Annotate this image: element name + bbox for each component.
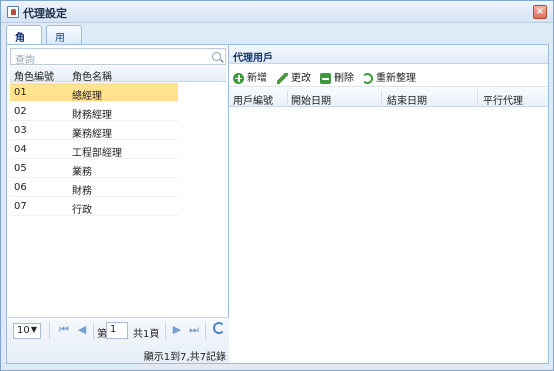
divider <box>93 323 94 339</box>
app-icon <box>7 6 19 18</box>
proxy-grid-header: 用戶編號 開始日期 結束日期 平行代理 <box>229 88 548 107</box>
role-code-cell: 07 <box>14 201 27 212</box>
role-name-cell: 業務經理 <box>72 129 112 140</box>
col-user-code[interactable]: 用戶編號 <box>233 92 273 107</box>
panel-header: 代理用戶 <box>229 45 548 64</box>
table-row[interactable]: 01 總經理 <box>10 83 178 102</box>
refresh-icon <box>362 72 373 84</box>
divider <box>287 90 288 105</box>
page-total-label: 共1頁 <box>133 329 160 340</box>
col-parallel-proxy[interactable]: 平行代理 <box>483 92 523 107</box>
close-button[interactable]: × <box>533 5 547 19</box>
tab-role[interactable]: 角色 <box>6 25 42 59</box>
chevron-down-icon: ▼ <box>30 325 37 334</box>
tab-content: 查詢 角色編號 角色名稱 01 總經理 02 財務經理 03 業務經理 04 工… <box>6 44 549 364</box>
search-placeholder: 查詢 <box>15 55 35 66</box>
role-code-cell: 01 <box>14 87 27 98</box>
edit-button[interactable]: 更改 <box>277 69 311 84</box>
role-panel: 查詢 角色編號 角色名稱 01 總經理 02 財務經理 03 業務經理 04 工… <box>7 45 229 363</box>
refresh-button[interactable]: 重新整理 <box>362 69 416 84</box>
role-code-cell: 05 <box>14 163 27 174</box>
table-row[interactable]: 03 業務經理 <box>10 121 178 140</box>
pencil-icon <box>277 72 288 84</box>
role-code-cell: 03 <box>14 125 27 136</box>
delete-label: 刪除 <box>334 73 354 84</box>
col-role-code[interactable]: 角色編號 <box>14 68 54 83</box>
role-code-cell: 02 <box>14 106 27 117</box>
col-start-date[interactable]: 開始日期 <box>291 92 331 107</box>
role-name-cell: 行政 <box>72 205 92 216</box>
pagination-bar: 10 ▼ ⏮ ◀ 第 1 共1頁 ▶ ⏭ 顯示1到7,共7記錄 <box>7 317 229 363</box>
panel-title: 代理用戶 <box>233 53 273 64</box>
toolbar: 新增 更改 刪除 重新整理 <box>229 65 548 87</box>
divider <box>49 323 50 339</box>
role-grid-header: 角色編號 角色名稱 <box>10 66 226 83</box>
tab-user[interactable]: 用戶 <box>46 25 82 59</box>
page-number-input[interactable]: 1 <box>106 322 128 339</box>
delete-button[interactable]: 刪除 <box>320 69 354 84</box>
table-row[interactable]: 02 財務經理 <box>10 102 178 121</box>
search-input[interactable]: 查詢 <box>10 48 226 66</box>
page-size-value: 10 <box>17 325 30 336</box>
role-name-cell: 財務經理 <box>72 110 112 121</box>
table-row[interactable]: 07 行政 <box>10 197 178 216</box>
role-code-cell: 04 <box>14 144 27 155</box>
search-icon[interactable] <box>212 52 221 61</box>
refresh-label: 重新整理 <box>376 73 416 84</box>
first-page-icon[interactable]: ⏮ <box>59 324 69 336</box>
title-bar: 代理設定 × <box>1 1 553 23</box>
minus-icon <box>320 72 331 84</box>
table-row[interactable]: 05 業務 <box>10 159 178 178</box>
dialog-title: 代理設定 <box>23 7 67 20</box>
role-name-cell: 財務 <box>72 186 92 197</box>
proxy-settings-dialog: 代理設定 × 角色 用戶 查詢 角色編號 角色名稱 01 總經理 02 <box>0 0 554 371</box>
add-label: 新增 <box>247 73 267 84</box>
refresh-icon[interactable] <box>213 322 225 334</box>
divider <box>477 90 478 105</box>
divider <box>165 323 166 339</box>
edit-label: 更改 <box>291 73 311 84</box>
role-name-cell: 業務 <box>72 167 92 178</box>
role-name-cell: 工程部經理 <box>72 148 122 159</box>
role-name-cell: 總經理 <box>72 91 102 102</box>
table-row[interactable]: 04 工程部經理 <box>10 140 178 159</box>
divider <box>205 323 206 339</box>
col-end-date[interactable]: 結束日期 <box>387 92 427 107</box>
prev-page-icon[interactable]: ◀ <box>77 324 87 336</box>
proxy-user-panel: 代理用戶 新增 更改 刪除 重新整理 用戶編號 開始日期 結束日期 平行代理 <box>229 45 548 363</box>
col-role-name[interactable]: 角色名稱 <box>72 68 112 83</box>
page-size-select[interactable]: 10 ▼ <box>13 323 41 339</box>
divider <box>381 90 382 105</box>
pager-info: 顯示1到7,共7記錄 <box>143 352 226 363</box>
add-button[interactable]: 新增 <box>233 69 267 84</box>
role-code-cell: 06 <box>14 182 27 193</box>
table-row[interactable]: 06 財務 <box>10 178 178 197</box>
next-page-icon[interactable]: ▶ <box>172 324 182 336</box>
last-page-icon[interactable]: ⏭ <box>189 324 199 336</box>
plus-icon <box>233 72 244 84</box>
